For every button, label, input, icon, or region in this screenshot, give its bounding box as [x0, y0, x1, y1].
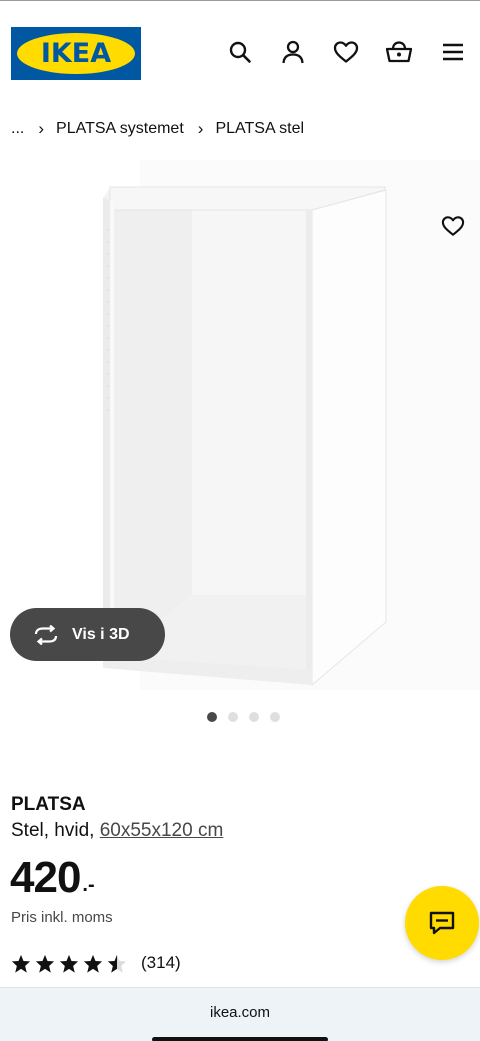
review-count: (314)	[141, 953, 181, 972]
price-amount: 420	[10, 853, 81, 902]
rotate-3d-icon	[34, 624, 58, 645]
gallery-dot-4[interactable]	[270, 712, 280, 722]
gallery-dot-2[interactable]	[228, 712, 238, 722]
ikea-logo[interactable]: IKEA	[11, 27, 141, 80]
product-dimensions-link[interactable]: 60x55x120 cm	[100, 820, 224, 841]
product-description: Stel, hvid, 60x55x120 cm	[11, 820, 223, 842]
star-icon	[83, 954, 103, 973]
view-in-3d-button[interactable]: Vis i 3D	[10, 608, 165, 661]
user-icon[interactable]	[278, 37, 308, 67]
search-icon[interactable]	[225, 37, 255, 67]
menu-icon[interactable]	[438, 37, 468, 67]
chat-icon	[429, 911, 455, 935]
breadcrumb-separator: ›	[38, 119, 45, 138]
star-icon	[59, 954, 79, 973]
chat-button[interactable]	[405, 886, 479, 960]
browser-address-bar[interactable]: ikea.com	[0, 987, 480, 1041]
product-rating[interactable]: (314)	[11, 953, 181, 973]
home-indicator[interactable]	[152, 1037, 328, 1041]
breadcrumb-ellipsis[interactable]: ...	[11, 120, 24, 138]
star-icon	[11, 954, 31, 973]
gallery-dot-1[interactable]	[207, 712, 217, 722]
gallery-pagination	[207, 712, 280, 722]
star-icon	[35, 954, 55, 973]
price-note: Pris inkl. moms	[11, 909, 113, 926]
price-suffix: .-	[82, 874, 95, 896]
gallery-dot-3[interactable]	[249, 712, 259, 722]
browser-url: ikea.com	[209, 1004, 271, 1021]
site-header: IKEA	[0, 0, 480, 110]
rating-stars	[11, 954, 127, 973]
heart-icon[interactable]	[331, 37, 361, 67]
product-type: Stel, hvid,	[11, 820, 95, 841]
logo-text: IKEA	[40, 38, 112, 69]
half-star-icon	[107, 954, 127, 973]
breadcrumb-item-platsa-system[interactable]: PLATSA systemet	[56, 120, 184, 138]
breadcrumb: ... › PLATSA systemet › PLATSA stel	[11, 118, 304, 140]
basket-icon[interactable]	[384, 37, 414, 67]
view-in-3d-label: Vis i 3D	[72, 625, 130, 643]
breadcrumb-item-platsa-frame[interactable]: PLATSA stel	[215, 120, 304, 138]
product-price: 420 .-	[10, 852, 95, 904]
product-name: PLATSA	[11, 794, 86, 815]
add-to-favorites-icon[interactable]	[438, 211, 468, 241]
logo-oval: IKEA	[17, 33, 135, 74]
breadcrumb-separator: ›	[197, 119, 204, 138]
